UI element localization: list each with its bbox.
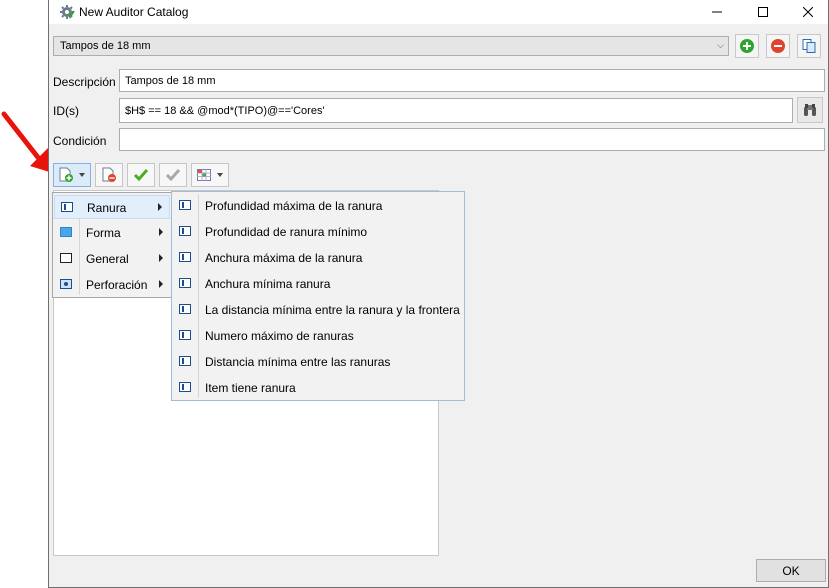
- groove-icon: [179, 330, 191, 340]
- groove-icon: [179, 304, 191, 314]
- copy-catalog-button[interactable]: [797, 34, 821, 58]
- menu-item-general[interactable]: General: [54, 247, 170, 271]
- submenu-item[interactable]: Profundidad de ranura mínimo: [173, 220, 463, 244]
- green-check-icon: [133, 169, 149, 182]
- menu-item-perforacion[interactable]: Perforación: [54, 273, 170, 297]
- submenu-item-label: Profundidad de ranura mínimo: [205, 225, 368, 239]
- groove-icon: [179, 200, 191, 210]
- submenu-item-label: La distancia mínima entre la ranura y la…: [205, 303, 460, 317]
- disable-rule-button[interactable]: [159, 163, 187, 187]
- menu-item-ranura[interactable]: Ranura: [54, 195, 170, 219]
- minimize-icon: [712, 11, 722, 13]
- menu-item-label: General: [86, 252, 129, 266]
- grid-icon: [197, 169, 211, 181]
- submenu-item[interactable]: Distancia mínima entre las ranuras: [173, 350, 463, 374]
- ids-field[interactable]: $H$ == 18 && @mod*(TIPO)@=='Cores': [119, 98, 793, 123]
- find-button[interactable]: [797, 97, 823, 123]
- grid-options-dropdown-button[interactable]: [191, 163, 229, 187]
- menu-item-label: Perforación: [86, 278, 148, 292]
- descripcion-field[interactable]: Tampos de 18 mm: [119, 69, 825, 92]
- rule-category-menu: Ranura Forma General Perforación: [52, 192, 172, 298]
- add-catalog-button[interactable]: [735, 34, 759, 58]
- submenu-item-label: Item tiene ranura: [205, 381, 296, 395]
- submenu-item-label: Profundidad máxima de la ranura: [205, 199, 383, 213]
- shape-icon: [60, 227, 72, 237]
- groove-icon: [179, 252, 191, 262]
- groove-icon: [179, 382, 191, 392]
- maximize-icon: [758, 7, 768, 17]
- ok-button[interactable]: OK: [756, 559, 826, 582]
- submenu-item-label: Anchura máxima de la ranura: [205, 251, 363, 265]
- submenu-arrow-icon: [159, 228, 163, 236]
- grey-check-icon: [165, 169, 181, 182]
- catalog-select[interactable]: Tampos de 18 mm ⌵: [53, 36, 729, 56]
- remove-rule-button[interactable]: [95, 163, 123, 187]
- maximize-button[interactable]: [740, 0, 786, 24]
- dropdown-caret-icon: [217, 173, 223, 177]
- submenu-item[interactable]: La distancia mínima entre la ranura y la…: [173, 298, 463, 322]
- drilling-icon: [60, 279, 72, 289]
- groove-icon: [179, 356, 191, 366]
- condicion-label: Condición: [53, 134, 107, 148]
- title-bar: New Auditor Catalog: [49, 0, 828, 24]
- remove-circle-icon: [771, 39, 785, 53]
- app-gear-icon: [60, 5, 75, 19]
- condicion-field[interactable]: [119, 128, 825, 151]
- add-circle-icon: [740, 39, 754, 53]
- enable-rule-button[interactable]: [127, 163, 155, 187]
- submenu-item-label: Distancia mínima entre las ranuras: [205, 355, 391, 369]
- groove-icon: [61, 202, 73, 212]
- menu-item-label: Forma: [86, 226, 121, 240]
- close-icon: [803, 7, 813, 17]
- dropdown-caret-icon: [79, 173, 85, 177]
- submenu-item-label: Anchura mínima ranura: [205, 277, 331, 291]
- add-rule-icon: [59, 167, 73, 182]
- submenu-arrow-icon: [159, 254, 163, 262]
- groove-icon: [179, 278, 191, 288]
- submenu-item[interactable]: Numero máximo de ranuras: [173, 324, 463, 348]
- submenu-item[interactable]: Anchura máxima de la ranura: [173, 246, 463, 270]
- descripcion-label: Descripción: [53, 75, 116, 89]
- minimize-button[interactable]: [694, 0, 740, 24]
- ids-value: $H$ == 18 && @mod*(TIPO)@=='Cores': [125, 105, 325, 117]
- general-icon: [60, 253, 72, 263]
- submenu-item[interactable]: Profundidad máxima de la ranura: [173, 194, 463, 218]
- submenu-arrow-icon: [158, 203, 162, 211]
- menu-item-label: Ranura: [87, 201, 127, 215]
- copy-icon: [802, 39, 816, 53]
- binoculars-icon: [804, 104, 816, 116]
- submenu-item-label: Numero máximo de ranuras: [205, 329, 354, 343]
- remove-catalog-button[interactable]: [766, 34, 790, 58]
- menu-item-forma[interactable]: Forma: [54, 221, 170, 245]
- catalog-select-value: Tampos de 18 mm: [60, 40, 151, 52]
- submenu-item[interactable]: Item tiene ranura: [173, 376, 463, 400]
- groove-icon: [179, 226, 191, 236]
- ranura-submenu: Profundidad máxima de la ranura Profundi…: [171, 191, 465, 401]
- ids-label: ID(s): [53, 104, 79, 118]
- window-title: New Auditor Catalog: [79, 5, 189, 19]
- descripcion-value: Tampos de 18 mm: [125, 75, 216, 87]
- submenu-arrow-icon: [159, 280, 163, 288]
- chevron-down-icon: ⌵: [717, 40, 724, 50]
- remove-rule-icon: [102, 167, 116, 182]
- close-button[interactable]: [785, 0, 829, 24]
- add-rule-dropdown-button[interactable]: [53, 163, 91, 187]
- submenu-item[interactable]: Anchura mínima ranura: [173, 272, 463, 296]
